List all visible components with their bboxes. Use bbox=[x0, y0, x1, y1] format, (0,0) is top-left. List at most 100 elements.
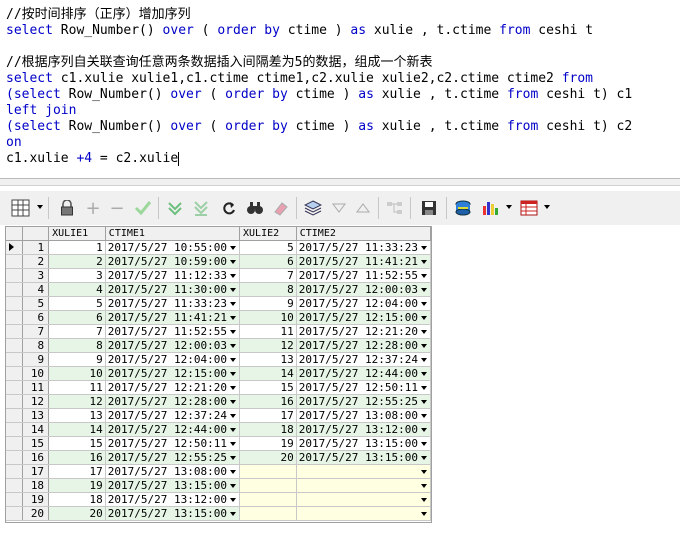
chevron-down-icon[interactable] bbox=[230, 274, 237, 278]
cell-xulie1[interactable]: 14 bbox=[48, 422, 106, 437]
sql-editor[interactable]: //按时间排序（正序）增加序列 select Row_Number() over… bbox=[0, 0, 680, 178]
chevron-down-icon[interactable] bbox=[230, 344, 237, 348]
chevron-down-icon[interactable] bbox=[421, 484, 427, 488]
chart-icon[interactable] bbox=[480, 197, 502, 219]
cell-ctime1[interactable]: 2017/5/27 12:15:00 bbox=[105, 366, 241, 381]
lock-icon[interactable] bbox=[56, 197, 78, 219]
cell-xulie2[interactable]: 20 bbox=[239, 450, 297, 465]
table-row[interactable]: 3 3 2017/5/27 11:12:33 7 2017/5/27 11:52:55 bbox=[6, 268, 432, 283]
chevron-down-icon[interactable] bbox=[230, 246, 237, 250]
cell-xulie1[interactable]: 10 bbox=[48, 366, 106, 381]
cell-xulie2[interactable]: 11 bbox=[239, 324, 297, 339]
table-row[interactable]: 6 6 2017/5/27 11:41:21 10 2017/5/27 12:15:00 bbox=[6, 310, 432, 325]
tree-icon[interactable] bbox=[384, 197, 406, 219]
cell-xulie2[interactable]: 10 bbox=[239, 310, 297, 325]
row-indicator[interactable] bbox=[6, 254, 23, 269]
refresh-icon[interactable] bbox=[218, 197, 240, 219]
chevron-down-icon[interactable] bbox=[421, 400, 427, 404]
cell-ctime1[interactable]: 2017/5/27 12:50:11 bbox=[105, 436, 241, 451]
cell-xulie1[interactable]: 6 bbox=[48, 310, 106, 325]
row-indicator[interactable] bbox=[6, 282, 23, 297]
chevron-down-icon[interactable] bbox=[421, 372, 427, 376]
row-indicator[interactable] bbox=[6, 324, 23, 339]
chevron-down-icon[interactable] bbox=[421, 274, 427, 278]
column-header-xulie2[interactable]: XULIE2 bbox=[239, 227, 297, 241]
table-row[interactable]: 5 5 2017/5/27 11:33:23 9 2017/5/27 12:04:00 bbox=[6, 296, 432, 311]
chevron-down-icon[interactable] bbox=[421, 358, 427, 362]
cell-xulie2[interactable]: 13 bbox=[239, 352, 297, 367]
cell-ctime1[interactable]: 2017/5/27 11:30:00 bbox=[105, 282, 241, 297]
cell-ctime2[interactable]: 2017/5/27 12:44:00 bbox=[296, 366, 432, 381]
table-row[interactable]: 9 9 2017/5/27 12:04:00 13 2017/5/27 12:37:24 bbox=[6, 352, 432, 367]
row-indicator[interactable] bbox=[6, 240, 23, 255]
cell-ctime1[interactable]: 2017/5/27 12:55:25 bbox=[105, 450, 241, 465]
cell-xulie2[interactable]: 17 bbox=[239, 408, 297, 423]
chevron-down-icon[interactable] bbox=[421, 428, 427, 432]
splitter[interactable] bbox=[0, 178, 680, 186]
chevron-down-icon[interactable] bbox=[230, 260, 237, 264]
table-row[interactable]: 11 11 2017/5/27 12:21:20 15 2017/5/27 12:50:… bbox=[6, 380, 432, 395]
cell-ctime2[interactable]: 2017/5/27 12:50:11 bbox=[296, 380, 432, 395]
cell-xulie2[interactable] bbox=[239, 464, 297, 479]
chevron-down-icon[interactable] bbox=[421, 386, 427, 390]
row-indicator[interactable] bbox=[6, 464, 23, 479]
cell-xulie1[interactable]: 13 bbox=[48, 408, 106, 423]
table-row[interactable]: 2 2 2017/5/27 10:59:00 6 2017/5/27 11:41:21 bbox=[6, 254, 432, 269]
cell-ctime1[interactable]: 2017/5/27 13:15:00 bbox=[105, 478, 241, 493]
row-indicator[interactable] bbox=[6, 394, 23, 409]
cell-ctime2[interactable] bbox=[296, 464, 432, 479]
table-row[interactable]: 20 20 2017/5/27 13:15:00 bbox=[6, 506, 432, 521]
row-indicator[interactable] bbox=[6, 436, 23, 451]
chevron-down-icon[interactable] bbox=[421, 456, 427, 460]
next-record-icon[interactable] bbox=[164, 197, 186, 219]
export-icon[interactable] bbox=[452, 197, 474, 219]
cell-xulie2[interactable]: 9 bbox=[239, 296, 297, 311]
chevron-down-icon[interactable] bbox=[421, 470, 427, 474]
cell-ctime2[interactable] bbox=[296, 478, 432, 493]
cell-ctime1[interactable]: 2017/5/27 12:00:03 bbox=[105, 338, 241, 353]
post-icon[interactable] bbox=[132, 197, 154, 219]
cell-ctime1[interactable]: 2017/5/27 11:41:21 bbox=[105, 310, 241, 325]
chevron-down-icon[interactable] bbox=[230, 414, 237, 418]
cell-xulie2[interactable]: 7 bbox=[239, 268, 297, 283]
table-row[interactable]: 10 10 2017/5/27 12:15:00 14 2017/5/27 12:44:… bbox=[6, 366, 432, 381]
table-row[interactable]: 16 16 2017/5/27 12:55:25 20 2017/5/27 13:15:… bbox=[6, 450, 432, 465]
chevron-down-icon[interactable] bbox=[421, 344, 427, 348]
row-indicator[interactable] bbox=[6, 380, 23, 395]
cell-xulie1[interactable]: 7 bbox=[48, 324, 106, 339]
row-indicator[interactable] bbox=[6, 296, 23, 311]
cell-ctime2[interactable]: 2017/5/27 11:52:55 bbox=[296, 268, 432, 283]
cell-ctime1[interactable]: 2017/5/27 13:15:00 bbox=[105, 506, 241, 521]
cell-ctime2[interactable]: 2017/5/27 12:37:24 bbox=[296, 352, 432, 367]
cell-ctime1[interactable]: 2017/5/27 10:55:00 bbox=[105, 240, 241, 255]
cell-xulie1[interactable]: 8 bbox=[48, 338, 106, 353]
table-row[interactable]: 7 7 2017/5/27 11:52:55 11 2017/5/27 12:21:20 bbox=[6, 324, 432, 339]
add-icon[interactable]: + bbox=[82, 197, 104, 219]
clear-icon[interactable] bbox=[270, 197, 292, 219]
chevron-down-icon[interactable] bbox=[230, 330, 237, 334]
table-icon[interactable] bbox=[518, 197, 540, 219]
chevron-down-icon[interactable] bbox=[421, 442, 427, 446]
cell-xulie1[interactable]: 17 bbox=[48, 464, 106, 479]
result-grid[interactable]: XULIE1 CTIME1 XULIE2 CTIME2 1 1 2017/5/27 … bbox=[5, 226, 432, 523]
cell-ctime1[interactable]: 2017/5/27 11:52:55 bbox=[105, 324, 241, 339]
cell-ctime2[interactable] bbox=[296, 506, 432, 521]
cell-xulie2[interactable]: 14 bbox=[239, 366, 297, 381]
cell-ctime1[interactable]: 2017/5/27 11:33:23 bbox=[105, 296, 241, 311]
cell-ctime1[interactable]: 2017/5/27 12:21:20 bbox=[105, 380, 241, 395]
cell-ctime2[interactable]: 2017/5/27 13:08:00 bbox=[296, 408, 432, 423]
cell-ctime2[interactable]: 2017/5/27 13:15:00 bbox=[296, 450, 432, 465]
chevron-down-icon[interactable] bbox=[230, 442, 237, 446]
cell-ctime1[interactable]: 2017/5/27 13:08:00 bbox=[105, 464, 241, 479]
chevron-down-icon[interactable] bbox=[230, 302, 237, 306]
column-header-ctime2[interactable]: CTIME2 bbox=[296, 227, 432, 241]
chevron-down-icon[interactable] bbox=[421, 246, 427, 250]
chevron-down-icon[interactable] bbox=[230, 428, 237, 432]
row-indicator[interactable] bbox=[6, 450, 23, 465]
cell-xulie2[interactable]: 5 bbox=[239, 240, 297, 255]
cell-xulie1[interactable]: 19 bbox=[48, 478, 106, 493]
cell-ctime1[interactable]: 2017/5/27 12:37:24 bbox=[105, 408, 241, 423]
chevron-down-icon[interactable] bbox=[421, 302, 427, 306]
cell-ctime1[interactable]: 2017/5/27 12:44:00 bbox=[105, 422, 241, 437]
chevron-down-icon[interactable] bbox=[230, 316, 237, 320]
